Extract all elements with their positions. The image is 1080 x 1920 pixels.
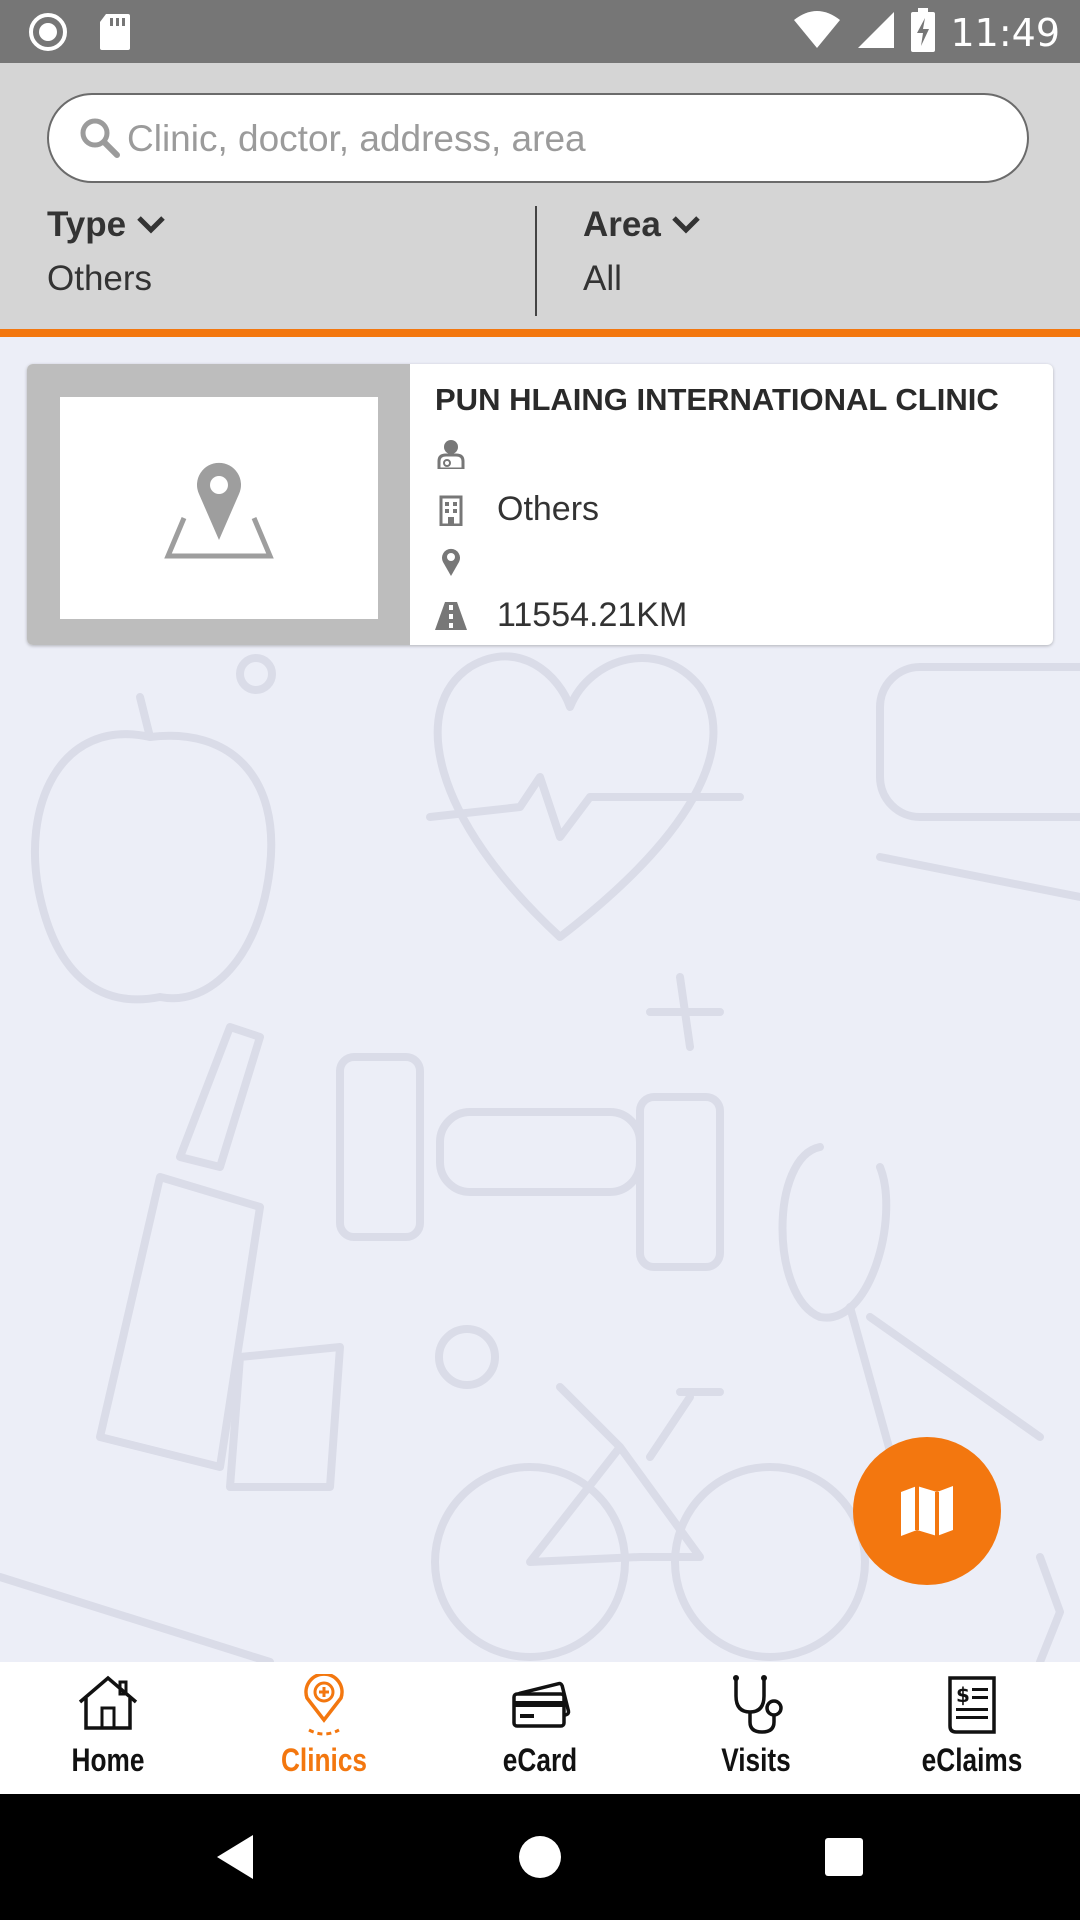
clinic-card[interactable]: PUN HLAING INTERNATIONAL CLINIC Others 1…	[27, 364, 1053, 645]
nav-home-label: Home	[71, 1742, 145, 1778]
system-nav-bar	[0, 1794, 1080, 1920]
wifi-icon	[792, 10, 842, 55]
stethoscope-icon	[733, 1675, 783, 1734]
nav-clinics-label: Clinics	[280, 1742, 368, 1778]
nav-eclaims[interactable]: $ eClaims	[864, 1662, 1080, 1794]
map-icon	[901, 1486, 953, 1536]
recents-button[interactable]	[784, 1794, 904, 1920]
type-filter[interactable]: Type Others	[47, 205, 166, 299]
record-icon	[28, 12, 68, 57]
search-bar[interactable]	[47, 93, 1029, 183]
nav-ecard-label: eCard	[502, 1742, 578, 1778]
status-time: 11:49	[950, 10, 1060, 55]
type-filter-value: Others	[47, 259, 153, 298]
home-icon	[78, 1675, 138, 1730]
home-system-button[interactable]	[480, 1794, 600, 1920]
nav-eclaims-label: eClaims	[921, 1742, 1023, 1778]
recents-square-icon	[825, 1838, 863, 1876]
svg-text:$: $	[956, 1683, 970, 1707]
clinic-location-icon	[304, 1674, 344, 1736]
clinic-category: Others	[497, 490, 600, 528]
road-icon	[435, 600, 467, 632]
map-view-button[interactable]	[853, 1437, 1001, 1585]
cell-signal-icon	[856, 10, 896, 55]
sd-card-icon	[98, 12, 132, 57]
clinic-address-row	[435, 546, 497, 578]
battery-charging-icon	[910, 8, 936, 57]
clinic-thumbnail	[27, 364, 410, 645]
clinic-name: PUN HLAING INTERNATIONAL CLINIC	[435, 382, 999, 417]
clinic-doctor-row	[435, 438, 497, 470]
search-icon	[80, 118, 120, 158]
filter-divider	[535, 206, 537, 316]
area-filter-value: All	[583, 259, 622, 298]
area-filter-label: Area	[583, 205, 661, 244]
back-triangle-icon	[217, 1835, 253, 1879]
nav-clinics[interactable]: Clinics	[216, 1662, 432, 1794]
nav-ecard[interactable]: eCard	[432, 1662, 648, 1794]
chevron-down-icon	[672, 216, 700, 234]
doctor-icon	[435, 438, 467, 470]
nav-visits[interactable]: Visits	[648, 1662, 864, 1794]
header-accent-line	[0, 329, 1080, 337]
chevron-down-icon	[137, 216, 165, 234]
clinic-distance-row: 11554.21KM	[435, 596, 687, 635]
map-placeholder-icon	[164, 462, 274, 559]
home-circle-icon	[519, 1836, 561, 1878]
bottom-nav: Home Clinics eCard Visits $ eClaims	[0, 1662, 1080, 1794]
nav-home[interactable]: Home	[0, 1662, 216, 1794]
status-bar: 11:49	[0, 0, 1080, 63]
eclaims-icon: $	[948, 1676, 996, 1734]
clinic-distance: 11554.21KM	[497, 596, 688, 634]
location-pin-icon	[435, 546, 467, 578]
clinic-category-row: Others	[435, 490, 599, 529]
area-filter[interactable]: Area All	[583, 205, 701, 299]
type-filter-label: Type	[47, 205, 127, 244]
back-button[interactable]	[175, 1794, 295, 1920]
ecard-icon	[512, 1681, 571, 1728]
filter-bar: Type Others Area All	[0, 205, 1080, 315]
building-icon	[435, 494, 467, 526]
search-input[interactable]	[125, 109, 1009, 169]
nav-visits-label: Visits	[721, 1742, 791, 1778]
